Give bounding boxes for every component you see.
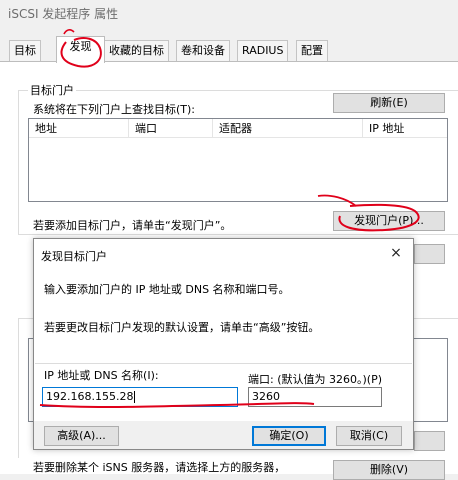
dialog-separator — [35, 363, 412, 364]
portals-description: 系统将在下列门户上查找目标(T): — [33, 103, 196, 116]
tab-volumes-devices[interactable]: 卷和设备 — [176, 40, 230, 62]
tab-targets[interactable]: 目标 — [9, 40, 41, 62]
dialog-footer: 高级(A)... 确定(O) 取消(C) — [34, 421, 413, 449]
port-input[interactable]: 3260 — [248, 387, 382, 407]
dialog-instruction: 输入要添加门户的 IP 地址或 DNS 名称和端口号。 — [44, 283, 290, 296]
column-port[interactable]: 端口 — [129, 119, 213, 138]
portals-list[interactable]: 地址 端口 适配器 IP 地址 — [28, 118, 448, 202]
ok-button[interactable]: 确定(O) — [252, 426, 326, 446]
window-title: iSCSI 发起程序 属性 — [8, 7, 119, 21]
add-portal-hint: 若要添加目标门户，请单击“发现门户”。 — [33, 219, 232, 232]
dialog-body: 输入要添加门户的 IP 地址或 DNS 名称和端口号。 若要更改目标门户发现的默… — [34, 269, 413, 421]
refresh-button[interactable]: 刷新(E) — [333, 93, 445, 113]
ip-address-value: 192.168.155.28 — [46, 390, 134, 403]
tab-bar: 目标 发现 收藏的目标 卷和设备 RADIUS 配置 — [0, 36, 458, 63]
hidden-button-upper[interactable] — [414, 244, 445, 264]
remove-isns-button[interactable]: 删除(V) — [333, 460, 445, 480]
port-label: 端口: (默认值为 3260。)(P) — [248, 373, 382, 386]
tab-radius[interactable]: RADIUS — [237, 40, 289, 62]
dialog-title: 发现目标门户 — [41, 250, 107, 263]
ip-address-label: IP 地址或 DNS 名称(I): — [44, 369, 159, 382]
tab-discovery[interactable]: 发现 — [56, 36, 105, 63]
target-portals-group-title: 目标门户 — [28, 82, 76, 98]
advanced-button[interactable]: 高级(A)... — [44, 426, 119, 446]
close-icon[interactable]: × — [387, 244, 405, 262]
annotation-tab-tick — [63, 29, 75, 35]
cancel-button[interactable]: 取消(C) — [336, 426, 402, 446]
dialog-change-hint: 若要更改目标门户发现的默认设置，请单击“高级”按钮。 — [44, 321, 320, 334]
tab-configuration[interactable]: 配置 — [296, 40, 328, 62]
tab-favorite-targets[interactable]: 收藏的目标 — [104, 40, 169, 62]
column-adapter[interactable]: 适配器 — [213, 119, 363, 138]
text-caret — [134, 391, 136, 403]
discover-target-portal-dialog: 发现目标门户 × 输入要添加门户的 IP 地址或 DNS 名称和端口号。 若要更… — [33, 238, 414, 450]
port-value: 3260 — [252, 390, 280, 403]
column-ip-address[interactable]: IP 地址 — [363, 119, 449, 138]
isns-remove-hint: 若要删除某个 iSNS 服务器，请选择上方的服务器， — [33, 461, 286, 474]
discover-portal-button[interactable]: 发现门户(P)... — [333, 211, 445, 231]
column-address[interactable]: 地址 — [29, 119, 129, 138]
ip-address-input[interactable]: 192.168.155.28 — [42, 387, 238, 407]
portals-list-header: 地址 端口 适配器 IP 地址 — [29, 119, 447, 138]
